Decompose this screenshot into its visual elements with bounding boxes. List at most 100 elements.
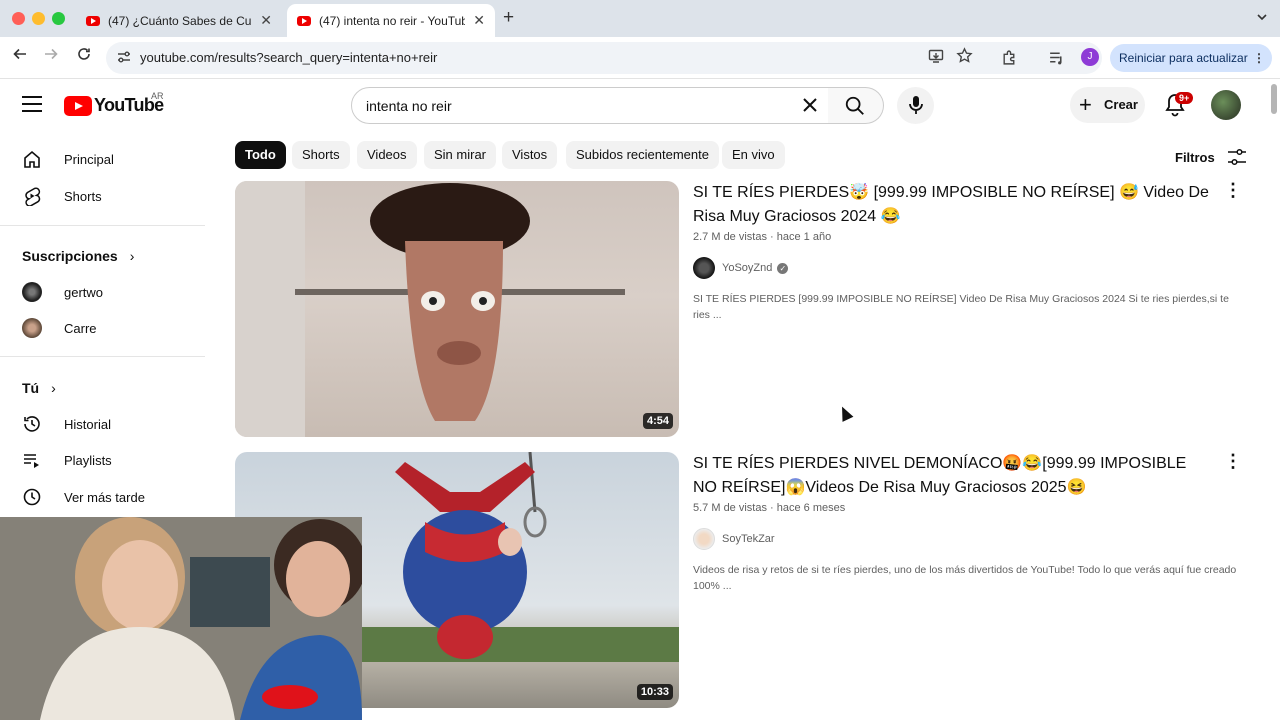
forward-arrow-icon[interactable] <box>39 46 63 67</box>
hamburger-menu-icon[interactable] <box>22 96 42 117</box>
sidebar-item-watch-later[interactable]: Ver más tarde <box>0 479 205 515</box>
sidebar-item-playlists[interactable]: Playlists <box>0 442 205 478</box>
you-heading-text: Tú <box>22 380 40 396</box>
sidebar-item-principal[interactable]: Principal <box>0 141 205 177</box>
back-arrow-icon[interactable] <box>8 46 32 67</box>
country-code: AR <box>151 91 164 101</box>
filter-sliders-icon <box>1227 148 1246 166</box>
plus-icon: + <box>1079 92 1092 117</box>
filters-button[interactable]: Filtros <box>1175 148 1247 166</box>
tab-title: (47) ¿Cuánto Sabes de Cultu <box>108 13 253 28</box>
omnibox[interactable]: youtube.com/results?search_query=intenta… <box>106 42 1102 74</box>
channel-avatar <box>22 282 42 302</box>
sidebar-item-label: Playlists <box>64 452 112 468</box>
subscriptions-heading[interactable]: Suscripciones › <box>22 248 134 264</box>
sidebar-divider <box>0 225 205 226</box>
sidebar-item-label: gertwo <box>64 284 104 300</box>
voice-search-button[interactable] <box>897 87 934 124</box>
channel-link[interactable]: SoyTekZar <box>693 528 775 550</box>
sidebar-item-shorts[interactable]: Shorts <box>0 178 205 214</box>
chip-vistos[interactable]: Vistos <box>502 141 558 169</box>
chip-todo[interactable]: Todo <box>235 141 286 169</box>
reload-icon[interactable] <box>72 46 96 67</box>
clock-icon <box>22 487 42 507</box>
close-tab-icon[interactable]: ✕ <box>473 12 485 29</box>
filters-label: Filtros <box>1175 149 1215 165</box>
chip-en-vivo[interactable]: En vivo <box>722 141 785 169</box>
subscriptions-heading-text: Suscripciones <box>22 248 118 264</box>
video-meta: 2.7 M de vistas · hace 1 año <box>693 231 832 243</box>
view-count: 2.7 M de vistas <box>693 231 767 243</box>
shorts-icon <box>22 186 42 206</box>
view-count: 5.7 M de vistas <box>693 502 767 514</box>
sidebar-item-carre[interactable]: Carre <box>0 310 205 346</box>
media-controls-icon[interactable] <box>1048 49 1065 70</box>
youtube-favicon-icon <box>297 15 311 26</box>
browser-menu-icon[interactable]: ⋮ <box>1253 44 1265 72</box>
home-icon <box>22 149 42 169</box>
create-button[interactable]: + Crear <box>1070 87 1145 123</box>
sidebar-item-label: Ver más tarde <box>64 489 145 505</box>
create-label: Crear <box>1104 97 1138 112</box>
search-icon <box>845 96 864 115</box>
video-thumbnail[interactable]: 4:54 <box>235 181 679 437</box>
browser-tab[interactable]: (47) ¿Cuánto Sabes de Cultu ✕ <box>76 4 282 37</box>
clear-search-icon[interactable] <box>798 93 822 123</box>
sidebar-item-historial[interactable]: Historial <box>0 406 205 442</box>
url-text: youtube.com/results?search_query=intenta… <box>140 50 438 65</box>
extensions-icon[interactable] <box>1001 49 1018 70</box>
bookmark-star-icon[interactable] <box>956 47 973 68</box>
page-scrollbar[interactable] <box>1271 84 1277 114</box>
channel-name: SoyTekZar <box>722 533 775 545</box>
webcam-overlay <box>0 517 362 720</box>
channel-avatar <box>693 257 715 279</box>
close-window-button[interactable] <box>12 12 25 25</box>
sidebar-item-label: Principal <box>64 151 114 167</box>
install-app-icon[interactable] <box>928 48 944 68</box>
video-description: SI TE RÍES PIERDES [999.99 IMPOSIBLE NO … <box>693 293 1229 321</box>
thumbnail-image <box>235 181 625 437</box>
verified-check-icon: ✓ <box>777 262 789 274</box>
channel-link[interactable]: YoSoyZnd ✓ <box>693 257 789 279</box>
upload-age: hace 1 año <box>776 231 832 243</box>
account-avatar[interactable] <box>1211 90 1241 120</box>
chip-subidos-recientemente[interactable]: Subidos recientemente <box>566 141 719 169</box>
channel-avatar <box>693 528 715 550</box>
more-actions-icon[interactable]: ⋮ <box>1224 451 1242 472</box>
browser-tab-active[interactable]: (47) intenta no reir - YouTube ✕ <box>287 4 495 37</box>
search-button[interactable] <box>828 87 884 124</box>
chip-shorts[interactable]: Shorts <box>292 141 350 169</box>
browser-tab-bar: (47) ¿Cuánto Sabes de Cultu ✕ (47) inten… <box>0 0 1280 37</box>
you-heading[interactable]: Tú › <box>22 380 56 396</box>
browser-profile-avatar[interactable]: J <box>1081 48 1099 66</box>
sidebar-item-label: Historial <box>64 416 111 432</box>
chip-videos[interactable]: Videos <box>357 141 417 169</box>
maximize-window-button[interactable] <box>52 12 65 25</box>
chip-sin-mirar[interactable]: Sin mirar <box>424 141 497 169</box>
minimize-window-button[interactable] <box>32 12 45 25</box>
close-tab-icon[interactable]: ✕ <box>260 12 272 29</box>
search-input[interactable]: intenta no reir <box>351 87 829 124</box>
more-actions-icon[interactable]: ⋮ <box>1224 180 1242 201</box>
restart-label: Reiniciar para actualizar <box>1119 51 1248 65</box>
channel-name: YoSoyZnd <box>722 262 773 274</box>
youtube-logo[interactable]: YouTube AR <box>64 91 164 116</box>
notification-count-badge: 9+ <box>1175 92 1194 104</box>
channel-avatar <box>22 318 42 338</box>
restart-to-update-button[interactable]: Reiniciar para actualizar ⋮ <box>1110 44 1272 72</box>
mouse-cursor <box>836 404 854 422</box>
video-duration: 10:33 <box>636 684 673 700</box>
youtube-favicon-icon <box>86 15 100 26</box>
sidebar-item-gertwo[interactable]: gertwo <box>0 274 205 310</box>
new-tab-button[interactable]: + <box>503 7 514 29</box>
video-duration: 4:54 <box>642 413 673 429</box>
sidebar-divider <box>0 356 205 357</box>
tab-title: (47) intenta no reir - YouTube <box>319 13 466 28</box>
history-icon <box>22 414 42 434</box>
video-title[interactable]: SI TE RÍES PIERDES🤯 [999.99 IMPOSIBLE NO… <box>693 181 1213 229</box>
site-settings-icon[interactable] <box>116 49 132 68</box>
video-description: Videos de risa y retos de si te ríes pie… <box>693 564 1237 592</box>
chevron-right-icon: › <box>51 380 56 396</box>
tab-search-chevron-icon[interactable] <box>1254 9 1270 25</box>
video-title[interactable]: SI TE RÍES PIERDES NIVEL DEMONÍACO🤬😂[999… <box>693 452 1213 500</box>
